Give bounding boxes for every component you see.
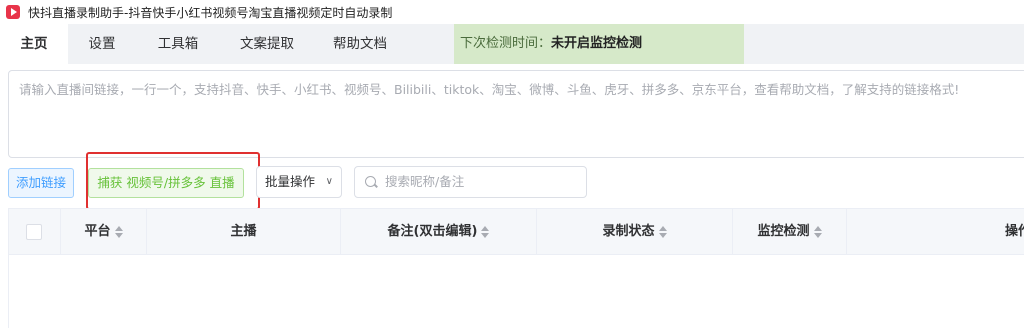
column-actions-label: 操作 xyxy=(1005,224,1024,239)
column-platform[interactable]: 平台 xyxy=(61,209,147,255)
sort-icon xyxy=(813,225,822,239)
title-bar: 快抖直播录制助手-抖音快手小红书视频号淘宝直播视频定时自动录制 xyxy=(0,0,1024,24)
sort-icon xyxy=(481,225,490,239)
select-all-cell xyxy=(9,209,61,255)
column-monitor-label: 监控检测 xyxy=(757,224,810,239)
window-title: 快抖直播录制助手-抖音快手小红书视频号淘宝直播视频定时自动录制 xyxy=(28,5,393,20)
search-placeholder: 搜索昵称/备注 xyxy=(385,174,465,189)
next-check-value: 未开启监控检测 xyxy=(551,36,643,51)
tab-toolbox[interactable]: 工具箱 xyxy=(150,24,206,64)
sort-icon xyxy=(658,225,667,239)
column-record-status[interactable]: 录制状态 xyxy=(537,209,733,255)
column-note-label: 备注(双击编辑) xyxy=(387,224,478,239)
column-anchor: 主播 xyxy=(147,209,341,255)
column-actions: 操作 xyxy=(847,209,1024,255)
app-play-icon xyxy=(6,5,20,19)
column-record-status-label: 录制状态 xyxy=(602,224,655,239)
chevron-down-icon: ∨ xyxy=(325,176,333,187)
add-link-button[interactable]: 添加链接 xyxy=(8,168,74,198)
batch-operation-dropdown[interactable]: 批量操作 ∨ xyxy=(256,166,342,198)
next-check-status: 下次检测时间：未开启监控检测 xyxy=(454,24,744,64)
sort-icon xyxy=(114,225,123,239)
link-input[interactable]: 请输入直播间链接，一行一个，支持抖音、快手、小红书、视频号、Bilibili、t… xyxy=(8,70,1024,158)
column-anchor-label: 主播 xyxy=(230,224,257,239)
column-monitor[interactable]: 监控检测 xyxy=(733,209,847,255)
link-input-placeholder: 请输入直播间链接，一行一个，支持抖音、快手、小红书、视频号、Bilibili、t… xyxy=(19,82,960,97)
column-platform-label: 平台 xyxy=(84,224,111,239)
batch-operation-label: 批量操作 xyxy=(265,174,316,189)
highlight-box xyxy=(86,152,260,210)
select-all-checkbox[interactable] xyxy=(26,224,42,240)
search-icon xyxy=(365,176,376,187)
tab-text-extract[interactable]: 文案提取 xyxy=(234,24,300,64)
table-header: 平台 主播 备注(双击编辑) 录制状态 监控检测 操作 xyxy=(9,209,1024,255)
tab-settings[interactable]: 设置 xyxy=(78,24,126,64)
next-check-label: 下次检测时间： xyxy=(460,36,552,51)
tab-bar: 主页 设置 工具箱 文案提取 帮助文档 下次检测时间：未开启监控检测 xyxy=(0,24,1024,64)
column-note[interactable]: 备注(双击编辑) xyxy=(341,209,537,255)
tab-help-docs[interactable]: 帮助文档 xyxy=(320,24,400,64)
search-input[interactable]: 搜索昵称/备注 xyxy=(354,166,587,198)
streams-table: 平台 主播 备注(双击编辑) 录制状态 监控检测 操作 xyxy=(8,208,1024,328)
tab-home[interactable]: 主页 xyxy=(0,24,68,64)
